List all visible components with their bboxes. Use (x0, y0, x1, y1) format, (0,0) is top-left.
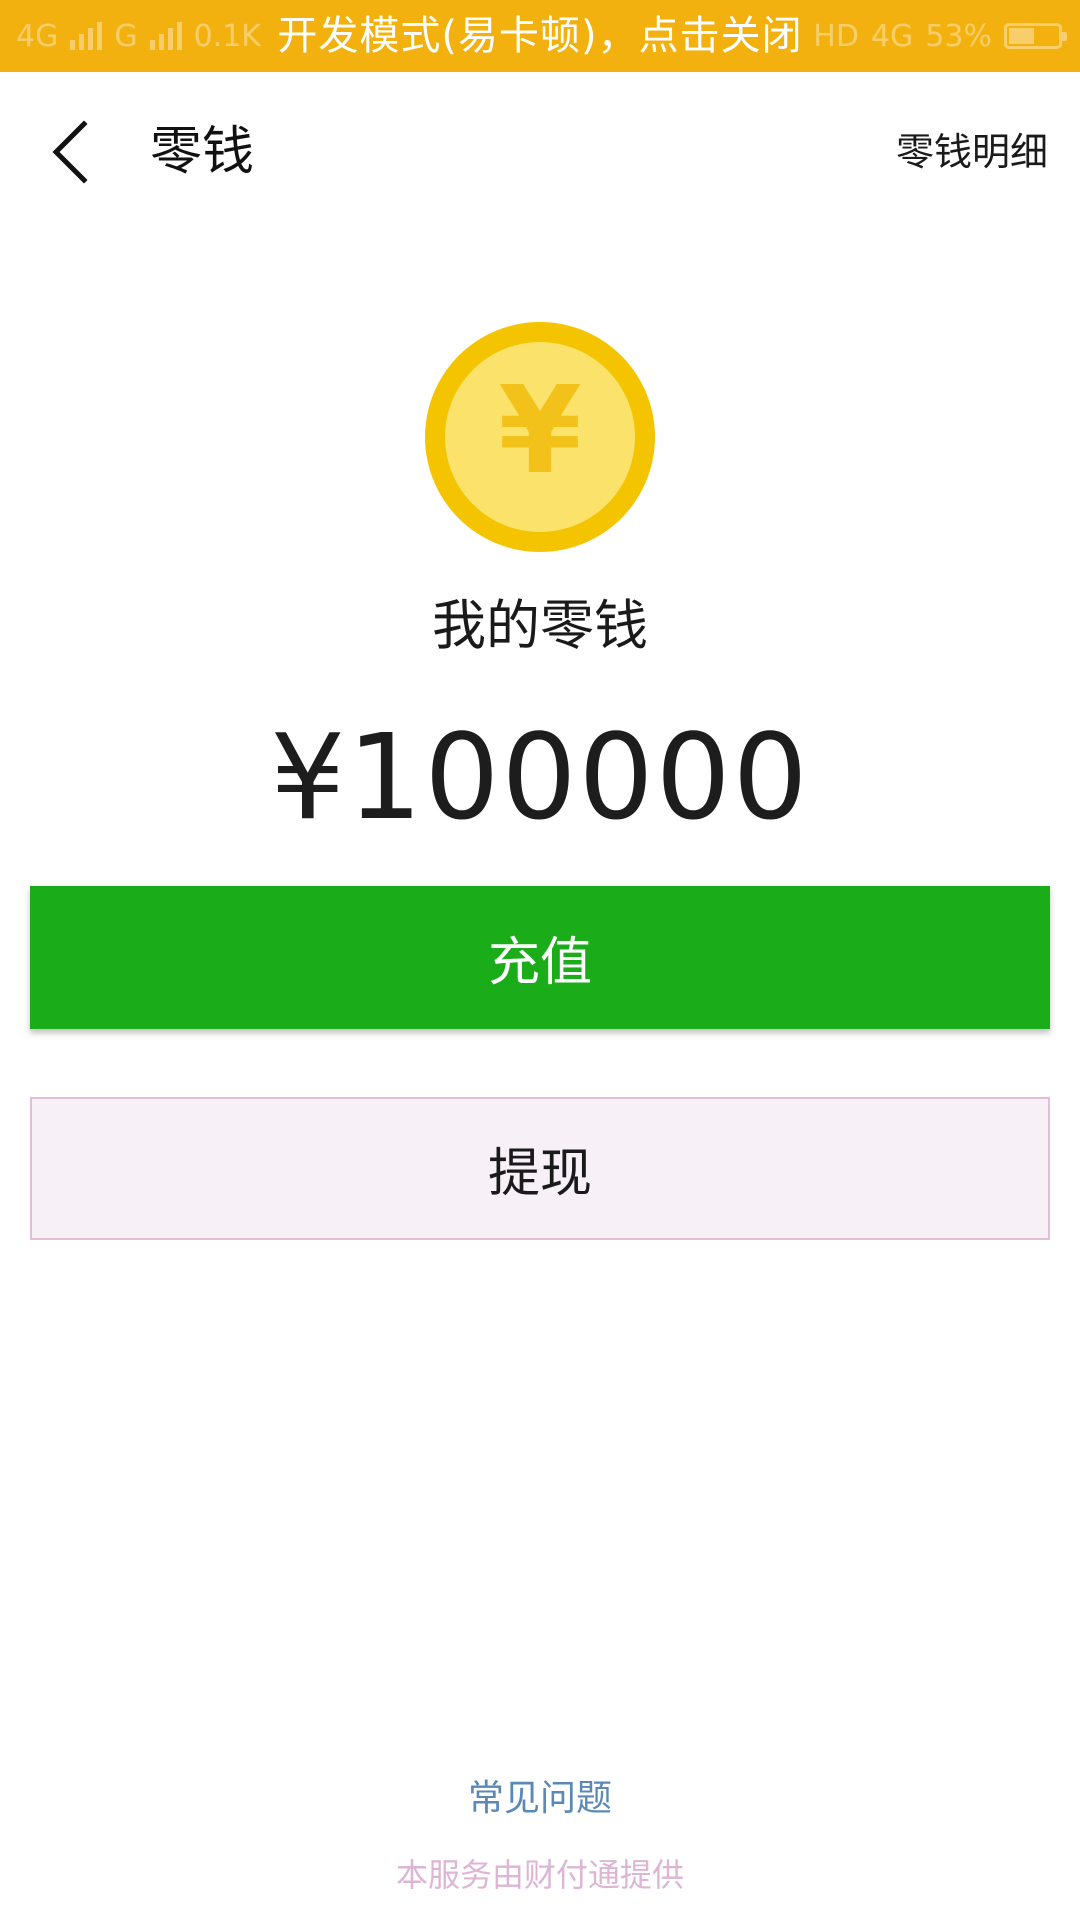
recharge-button[interactable]: 充值 (30, 886, 1050, 1029)
faq-link[interactable]: 常见问题 (0, 1776, 1080, 1822)
back-button[interactable] (30, 112, 110, 192)
dev-mode-banner[interactable]: 4G G 0.1K HD 4G 53% 开发模式(易卡顿)，点击关闭 (0, 0, 1080, 72)
coin-icon: ¥ (425, 322, 655, 552)
top-nav-bar: 零钱 零钱明细 (0, 72, 1080, 242)
dev-mode-banner-text[interactable]: 开发模式(易卡顿)，点击关闭 (0, 0, 1080, 72)
page-title: 零钱 (150, 122, 255, 182)
withdraw-button[interactable]: 提现 (30, 1097, 1050, 1240)
balance-amount: ¥100000 (270, 708, 810, 846)
provider-text: 本服务由财付通提供 (395, 1856, 684, 1894)
wallet-section-title: 我的零钱 (432, 594, 648, 657)
back-arrow-icon (52, 120, 88, 184)
yuan-symbol: ¥ (498, 362, 582, 501)
balance-detail-link[interactable]: 零钱明细 (896, 130, 1048, 174)
